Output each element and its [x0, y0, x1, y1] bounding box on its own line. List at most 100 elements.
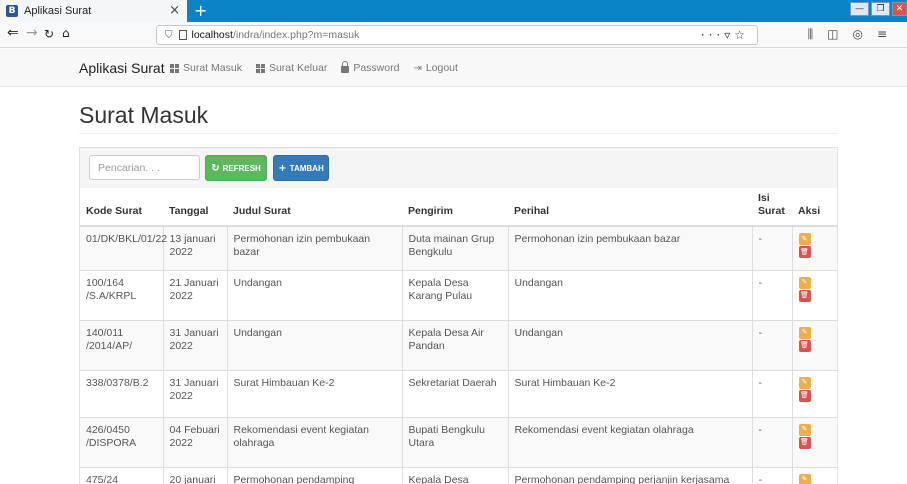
extension-icon[interactable]: ◎	[852, 27, 876, 41]
cell-pengirim: Bupati Bengkulu Utara	[401, 416, 508, 467]
table-row: 475/24 /2007/01/2 20 januari 2022 Permoh…	[80, 466, 837, 484]
edit-icon[interactable]: ✎	[798, 423, 811, 436]
tambah-button[interactable]: + TAMBAH	[273, 155, 329, 181]
cell-aksi: ✎🗑	[791, 466, 837, 484]
logout-icon: ⇥	[413, 62, 422, 74]
refresh-button[interactable]: ↻ REFRESH	[205, 155, 267, 181]
trash-icon[interactable]: 🗑	[798, 436, 811, 449]
sidebar-icon[interactable]: ◫	[827, 27, 852, 41]
cell-aksi: ✎🗑	[791, 369, 837, 417]
url-bar[interactable]: ⛉ localhost/indra/index.php?m=masuk ···▿…	[156, 25, 758, 45]
surat-panel: ↻ REFRESH + TAMBAH Kode Surat Tanggal Ju…	[79, 147, 838, 484]
page-title: Surat Masuk	[79, 102, 209, 128]
cell-perihal: Undangan	[507, 269, 752, 320]
nav-logout-label: Logout	[425, 62, 458, 74]
header-isi[interactable]: Isi Surat	[752, 188, 792, 227]
trash-icon[interactable]: 🗑	[798, 339, 811, 352]
window-controls: — ❐ ✕	[850, 2, 907, 16]
edit-icon[interactable]: ✎	[798, 473, 811, 484]
maximize-icon[interactable]: ❐	[871, 2, 890, 16]
app-brand[interactable]: Aplikasi Surat	[79, 60, 165, 76]
cell-isi: -	[751, 369, 792, 417]
grid-icon	[170, 63, 179, 73]
header-kode[interactable]: Kode Surat	[80, 188, 163, 227]
menu-icon[interactable]: ≡	[877, 27, 901, 41]
cell-perihal: Undangan	[507, 319, 752, 370]
nav-surat-masuk[interactable]: Surat Masuk	[170, 62, 242, 74]
nav-password[interactable]: Password	[341, 61, 399, 74]
trash-icon[interactable]: 🗑	[798, 289, 811, 302]
trash-icon[interactable]: 🗑	[798, 389, 811, 402]
cell-isi: -	[751, 416, 792, 467]
cell-isi: -	[751, 225, 792, 270]
cell-judul: Undangan	[226, 269, 402, 320]
back-icon[interactable]: ⇐	[7, 25, 19, 41]
cell-pengirim: Kepala Desa Air Pandan	[401, 319, 508, 370]
tambah-label: TAMBAH	[289, 163, 324, 173]
header-pengirim[interactable]: Pengirim	[402, 188, 508, 227]
trash-icon[interactable]: 🗑	[798, 246, 811, 258]
header-tanggal[interactable]: Tanggal	[163, 188, 227, 227]
reload-icon[interactable]: ↻	[44, 27, 54, 41]
browser-toolbar: ⇐ → ↻ ⌂ ⛉ localhost/indra/index.php?m=ma…	[0, 22, 907, 48]
cell-kode: 475/24 /2007/01/2	[80, 466, 163, 484]
cell-judul: Rekomendasi event kegiatan olahraga	[226, 416, 402, 467]
library-icon[interactable]: ⫼	[808, 27, 828, 41]
close-tab-icon[interactable]: ×	[169, 3, 180, 18]
cell-aksi: ✎🗑	[791, 319, 837, 370]
cell-judul: Undangan	[226, 319, 402, 370]
edit-icon[interactable]: ✎	[798, 233, 811, 245]
table-row: 338/0378/B.2 31 Januari 2022 Surat Himba…	[80, 369, 837, 417]
more-actions-icon[interactable]: ···	[701, 28, 724, 42]
cell-tanggal: 20 januari 2022	[162, 466, 227, 484]
cell-perihal: Permohonan izin pembukaan bazar	[507, 225, 752, 270]
app-navbar: Aplikasi Surat Surat Masuk Surat Keluar …	[0, 49, 907, 87]
edit-icon[interactable]: ✎	[798, 276, 811, 289]
nav-menu: Surat Masuk Surat Keluar Password ⇥ Logo…	[170, 61, 458, 74]
cell-perihal: Rekomendasi event kegiatan olahraga	[507, 416, 752, 467]
cell-judul: Permohonan pendamping perjanjin kerjasam…	[226, 466, 402, 484]
lock-icon	[341, 61, 350, 73]
grid-icon	[255, 63, 265, 73]
cell-pengirim: Sekretariat Daerah	[401, 369, 508, 417]
header-aksi: Aksi	[792, 188, 837, 227]
table-header-row: Kode Surat Tanggal Judul Surat Pengirim …	[80, 188, 837, 227]
cell-kode: 140/011 /2014/AP/	[80, 319, 163, 370]
edit-icon[interactable]: ✎	[798, 376, 811, 389]
nav-surat-keluar[interactable]: Surat Keluar	[255, 62, 327, 74]
refresh-icon: ↻	[211, 162, 220, 174]
url-host: localhost	[191, 29, 233, 41]
tracking-shield-icon[interactable]: ⛉	[165, 30, 173, 41]
minimize-icon[interactable]: —	[850, 2, 869, 16]
table-row: 100/164 /S.A/KRPL 21 Januari 2022 Undang…	[80, 269, 837, 320]
url-actions: ···▿☆	[701, 28, 749, 42]
search-input[interactable]	[89, 155, 200, 180]
cell-pengirim: Kepala Desa Talang Arah	[401, 466, 508, 484]
cell-pengirim: Kepala Desa Karang Pulau	[401, 269, 508, 320]
cell-kode: 01/DK/BKL/01/22	[80, 225, 167, 270]
pocket-icon[interactable]: ▿	[724, 28, 734, 42]
nav-logout[interactable]: ⇥ Logout	[413, 62, 458, 74]
edit-icon[interactable]: ✎	[798, 326, 811, 339]
browser-right-icons: ⫼◫◎≡	[808, 27, 901, 42]
header-judul[interactable]: Judul Surat	[227, 188, 402, 227]
cell-isi: -	[751, 466, 792, 484]
bookmark-star-icon[interactable]: ☆	[734, 28, 749, 42]
header-perihal[interactable]: Perihal	[508, 188, 752, 227]
url-path: /indra/index.php?m=masuk	[232, 29, 360, 41]
new-tab-icon[interactable]: +	[194, 1, 207, 20]
cell-aksi: ✎🗑	[791, 225, 837, 270]
window-close-icon[interactable]: ✕	[892, 2, 907, 16]
browser-tab[interactable]: B Aplikasi Surat ×	[0, 0, 187, 22]
nav-surat-masuk-label: Surat Masuk	[183, 62, 242, 74]
home-icon[interactable]: ⌂	[62, 26, 70, 40]
cell-kode: 338/0378/B.2	[80, 369, 163, 417]
page-info-icon[interactable]	[178, 30, 187, 40]
cell-tanggal: 31 Januari 2022	[162, 369, 227, 417]
refresh-label: REFRESH	[222, 163, 261, 173]
plus-icon: +	[278, 162, 287, 174]
table-row: 01/DK/BKL/01/22 13 januari 2022 Permohon…	[80, 225, 837, 270]
forward-icon[interactable]: →	[26, 25, 38, 41]
cell-isi: -	[751, 319, 792, 370]
cell-aksi: ✎🗑	[791, 416, 837, 467]
